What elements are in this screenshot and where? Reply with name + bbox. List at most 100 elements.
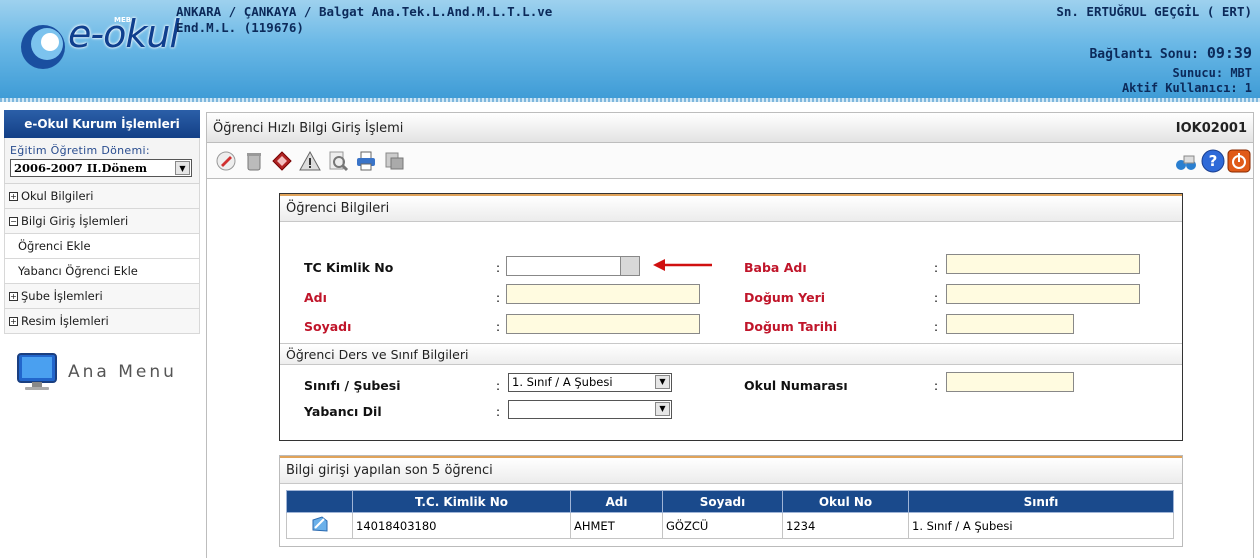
collapse-icon[interactable]: −: [9, 217, 18, 226]
page-title: Öğrenci Hızlı Bilgi Giriş İşlemi: [213, 121, 404, 136]
student-info-panel: Öğrenci Bilgileri TC Kimlik No : Baba Ad…: [279, 193, 1183, 441]
ana-menu-label: Ana Menu: [68, 362, 177, 382]
edit-icon[interactable]: [215, 150, 237, 172]
chevron-down-icon[interactable]: ▼: [655, 402, 670, 416]
tc-label: TC Kimlik No: [304, 260, 394, 275]
recent-students-table: T.C. Kimlik No Adı Soyadı Okul No Sınıfı…: [286, 490, 1174, 539]
colon: :: [496, 261, 501, 275]
sidebar-item-label: Resim İşlemleri: [21, 314, 109, 328]
column-header: Adı: [570, 490, 663, 513]
ana-menu-link[interactable]: Ana Menu: [4, 352, 200, 402]
chevron-down-icon[interactable]: ▼: [655, 375, 670, 389]
power-icon[interactable]: [1227, 149, 1251, 173]
export-icon[interactable]: [383, 150, 405, 172]
column-header: Sınıfı: [908, 490, 1174, 513]
sidebar-item-label: Yabancı Öğrenci Ekle: [18, 264, 138, 278]
column-header: [286, 490, 353, 513]
sidebar-item-label: Bilgi Giriş İşlemleri: [21, 214, 129, 228]
term-select[interactable]: 2006-2007 II.Dönem ▼: [10, 159, 192, 177]
colon: :: [496, 291, 501, 305]
tc-input[interactable]: [506, 256, 622, 276]
arrow-left-icon: [653, 259, 712, 271]
sinif-select-value: 1. Sınıf / A Şubesi: [512, 375, 613, 389]
tc-lookup-button[interactable]: [620, 256, 640, 276]
sidebar-item-bilgi-giris[interactable]: − Bilgi Giriş İşlemleri: [4, 209, 200, 234]
expand-icon[interactable]: +: [9, 192, 18, 201]
dogum-tarihi-label: Doğum Tarihi: [744, 319, 838, 334]
sidebar-item-sube-islemleri[interactable]: + Şube İşlemleri: [4, 284, 200, 309]
user-name: Sn. ERTUĞRUL GEÇGİL ( ERT): [1056, 4, 1252, 19]
sinif-select[interactable]: 1. Sınıf / A Şubesi ▼: [508, 373, 672, 392]
soyad-cell: GÖZCÜ: [662, 512, 783, 539]
recent-students-panel: Bilgi girişi yapılan son 5 öğrenci T.C. …: [279, 455, 1183, 547]
sidebar-item-label: Öğrenci Ekle: [18, 239, 91, 253]
sidebar-item-label: Şube İşlemleri: [21, 289, 103, 303]
tc-cell: 14018403180: [352, 512, 571, 539]
column-header: Soyadı: [662, 490, 783, 513]
colon: :: [934, 320, 939, 334]
sidebar-title: e-Okul Kurum İşlemleri: [4, 110, 200, 138]
school-line-1: ANKARA / ÇANKAYA / Balgat Ana.Tek.L.And.…: [176, 4, 553, 19]
sidebar-item-resim-islemleri[interactable]: + Resim İşlemleri: [4, 309, 200, 334]
eokul-logo-icon: [21, 25, 65, 69]
ad-cell: AHMET: [570, 512, 663, 539]
main-content: Öğrenci Hızlı Bilgi Giriş İşlemi IOK0200…: [206, 112, 1254, 558]
page-title-bar: Öğrenci Hızlı Bilgi Giriş İşlemi IOK0200…: [207, 113, 1253, 143]
soyadi-label: Soyadı: [304, 319, 352, 334]
adi-label: Adı: [304, 290, 327, 305]
school-line-2: End.M.L. (119676): [176, 20, 304, 35]
server-name: Sunucu: MBT: [1172, 66, 1252, 80]
sidebar-item-ogrenci-ekle[interactable]: Öğrenci Ekle: [4, 234, 200, 259]
dogum-yeri-label: Doğum Yeri: [744, 290, 826, 305]
help-icon[interactable]: ?: [1201, 149, 1225, 173]
binoculars-icon[interactable]: [1175, 150, 1197, 172]
search-icon[interactable]: [327, 150, 349, 172]
active-users: Aktif Kullanıcı: 1: [1121, 81, 1252, 95]
server-info: Sunucu: MBT Aktif Kullanıcı: 1: [1122, 66, 1252, 96]
row-edit-cell[interactable]: [286, 512, 353, 539]
colon: :: [934, 291, 939, 305]
yabanci-dil-select[interactable]: ▼: [508, 400, 672, 419]
sinif-cell: 1. Sınıf / A Şubesi: [908, 512, 1174, 539]
column-header: Okul No: [782, 490, 909, 513]
school-name: ANKARA / ÇANKAYA / Balgat Ana.Tek.L.And.…: [176, 4, 676, 36]
colon: :: [496, 379, 501, 393]
baba-adi-input[interactable]: [946, 254, 1140, 274]
okul-no-label: Okul Numarası: [744, 378, 848, 393]
term-label: Eğitim Öğretim Dönemi:: [10, 144, 150, 157]
toolbar: ?: [207, 143, 1253, 179]
soyadi-input[interactable]: [506, 314, 700, 334]
delete-icon[interactable]: [243, 150, 265, 172]
warning-icon[interactable]: [299, 150, 321, 172]
header-divider: [0, 98, 1260, 102]
class-info-header: Öğrenci Ders ve Sınıf Bilgileri: [280, 343, 1182, 365]
okul-no-input[interactable]: [946, 372, 1074, 392]
yabanci-dil-label: Yabancı Dil: [304, 404, 382, 419]
connection-end: Bağlantı Sonu: 09:39: [1089, 44, 1252, 62]
logo-text: e-okul: [68, 12, 180, 56]
edit-record-icon[interactable]: [310, 515, 330, 533]
colon: :: [496, 405, 501, 419]
table-header-row: T.C. Kimlik No Adı Soyadı Okul No Sınıfı: [286, 490, 1174, 513]
expand-icon[interactable]: +: [9, 292, 18, 301]
expand-icon[interactable]: +: [9, 317, 18, 326]
term-select-value: 2006-2007 II.Dönem: [14, 161, 148, 175]
baba-adi-label: Baba Adı: [744, 260, 807, 275]
dogum-tarihi-input[interactable]: [946, 314, 1074, 334]
page-code: IOK02001: [1175, 121, 1247, 136]
eraser-icon[interactable]: [271, 150, 293, 172]
sidebar-item-yabanci-ogrenci-ekle[interactable]: Yabancı Öğrenci Ekle: [4, 259, 200, 284]
app-header: MEB e-okul ANKARA / ÇANKAYA / Balgat Ana…: [0, 0, 1260, 98]
monitor-icon: [17, 353, 57, 390]
sidebar-item-okul-bilgileri[interactable]: + Okul Bilgileri: [4, 184, 200, 209]
table-row[interactable]: 14018403180 AHMET GÖZCÜ 1234 1. Sınıf / …: [286, 512, 1174, 539]
adi-input[interactable]: [506, 284, 700, 304]
okul-no-cell: 1234: [782, 512, 909, 539]
term-box: Eğitim Öğretim Dönemi: 2006-2007 II.Döne…: [4, 138, 200, 184]
chevron-down-icon[interactable]: ▼: [175, 161, 190, 175]
print-icon[interactable]: [355, 150, 377, 172]
dogum-yeri-input[interactable]: [946, 284, 1140, 304]
sidebar-item-label: Okul Bilgileri: [21, 189, 94, 203]
student-info-header: Öğrenci Bilgileri: [280, 194, 1182, 222]
connection-end-time: 09:39: [1206, 44, 1252, 62]
